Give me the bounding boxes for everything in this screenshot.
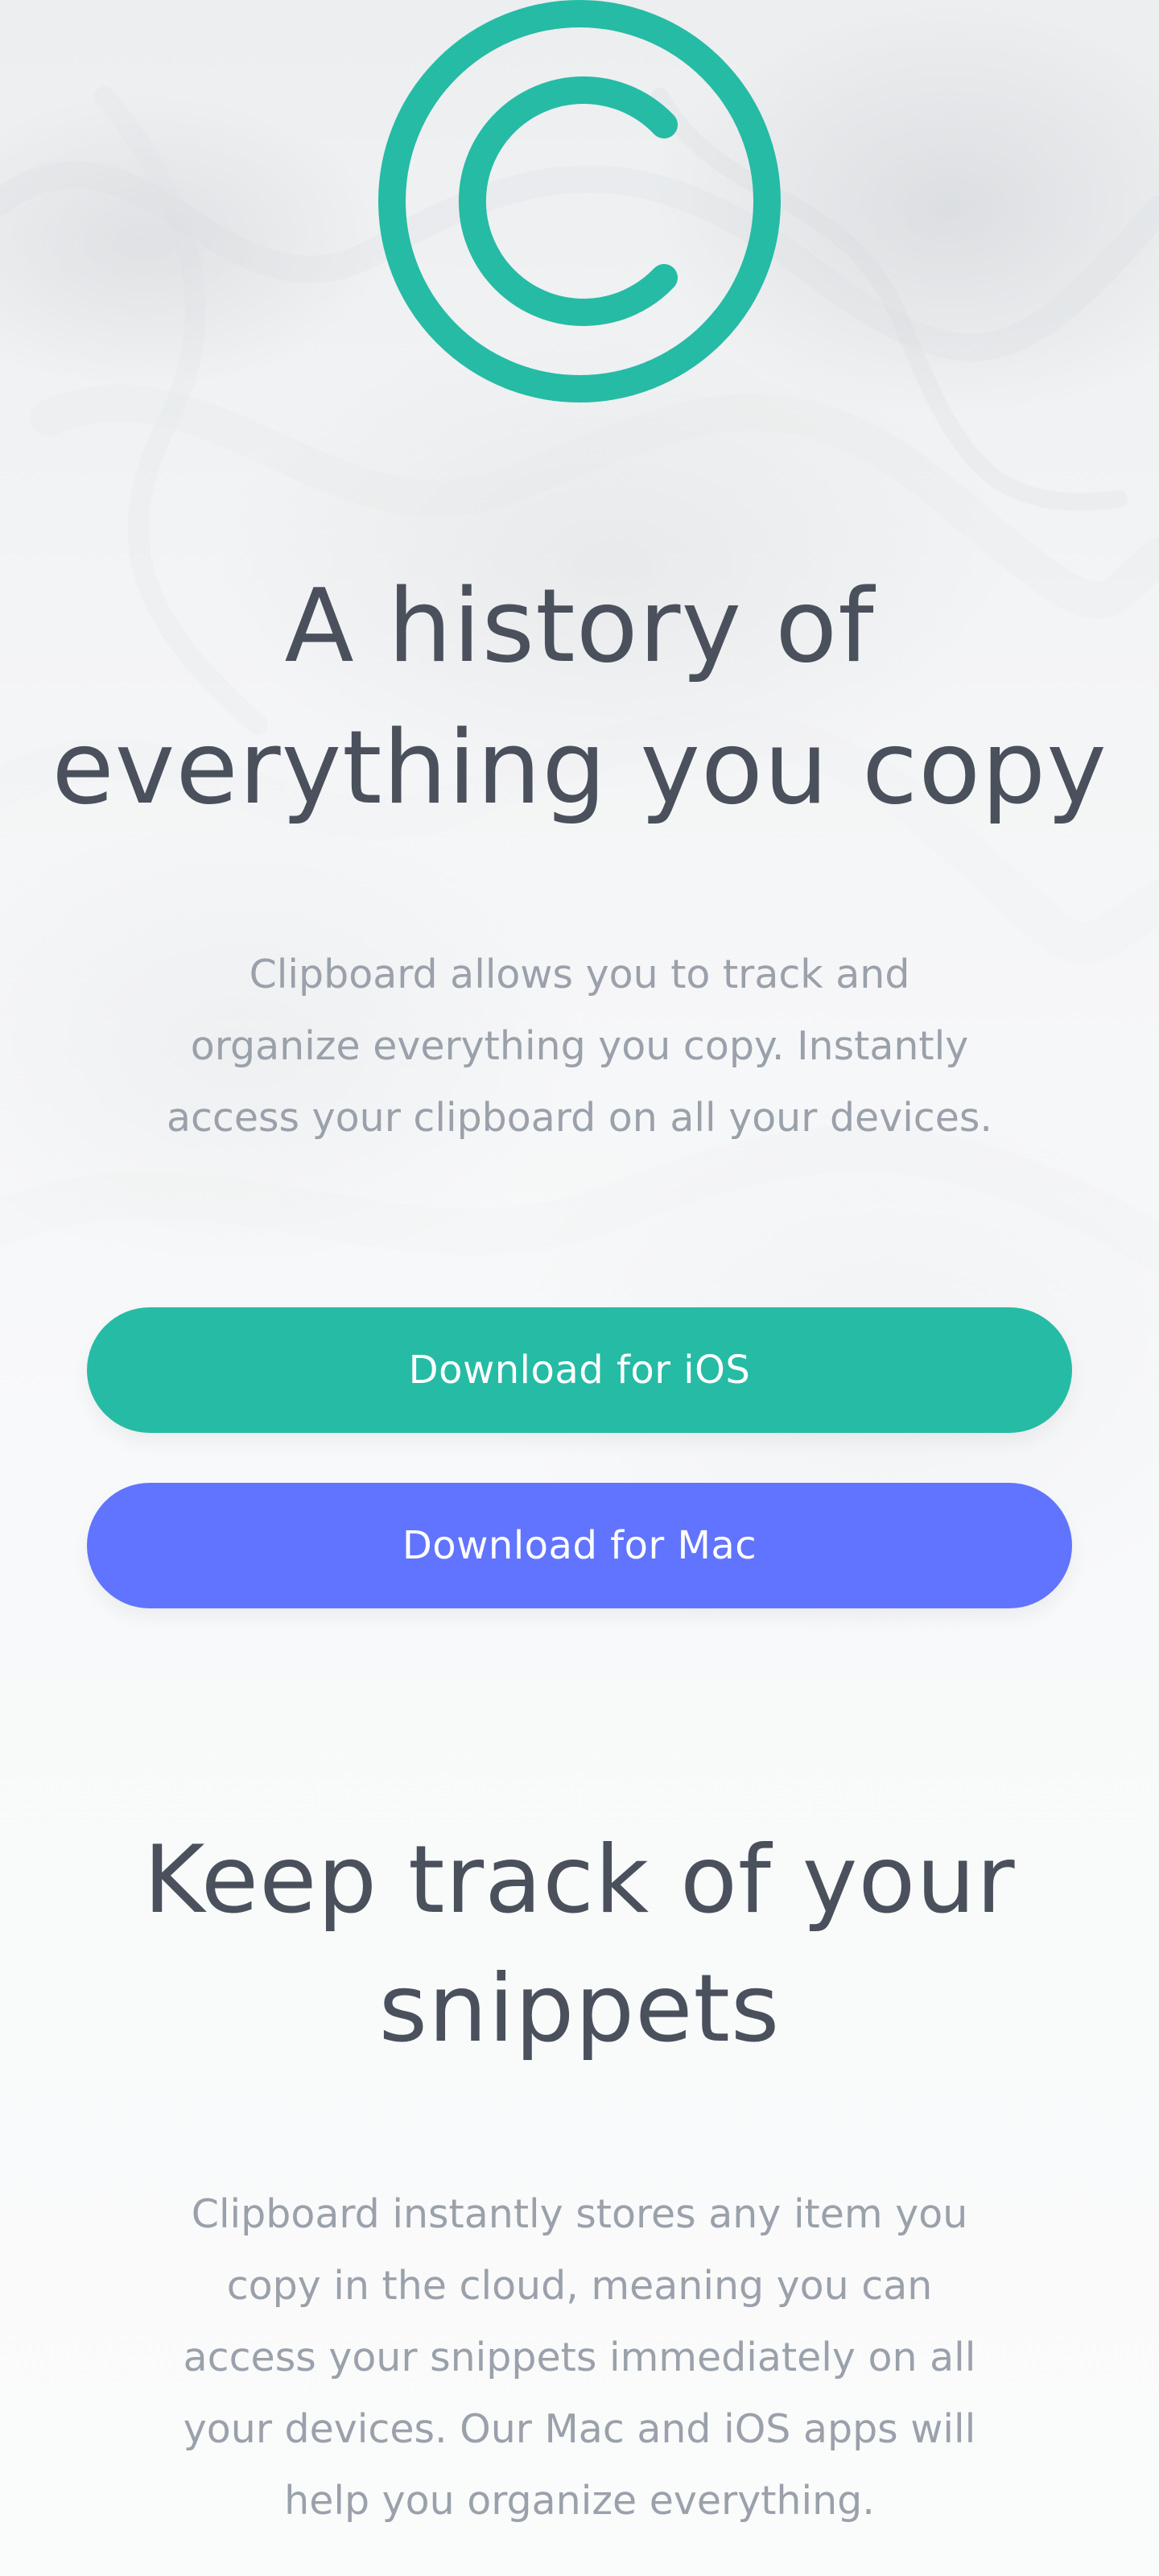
- snippets-heading-line-1: Keep track of your: [143, 1826, 1016, 1934]
- hero-description-line-2: organize everything you copy. Instantly: [190, 1023, 969, 1069]
- snippets-heading-line-2: snippets: [378, 1955, 781, 2063]
- hero-heading: A history of everything you copy: [0, 555, 1159, 839]
- hero-description: Clipboard allows you to track and organi…: [137, 939, 1022, 1154]
- hero-heading-line-1: A history of: [284, 567, 875, 685]
- snippets-description-line-3: access your snippets immediately on all: [183, 2334, 976, 2380]
- snippets-description: Clipboard instantly stores any item you …: [137, 2178, 1022, 2537]
- hero-description-line-3: access your clipboard on all your device…: [166, 1095, 993, 1141]
- snippets-description-line-1: Clipboard instantly stores any item you: [191, 2191, 968, 2237]
- download-mac-button[interactable]: Download for Mac: [87, 1483, 1072, 1608]
- snippets-description-line-2: copy in the cloud, meaning you can: [226, 2263, 933, 2309]
- hero-heading-line-2: everything you copy: [52, 708, 1107, 827]
- clipboard-c-logo-icon: [378, 0, 781, 402]
- snippets-description-line-4: your devices. Our Mac and iOS apps will: [183, 2406, 976, 2452]
- download-ios-button[interactable]: Download for iOS: [87, 1307, 1072, 1433]
- landing-page: A history of everything you copy Clipboa…: [0, 0, 1159, 2576]
- hero-description-line-1: Clipboard allows you to track and: [249, 952, 910, 997]
- snippets-heading: Keep track of your snippets: [0, 1816, 1159, 2074]
- snippets-description-line-5: help you organize everything.: [284, 2478, 875, 2524]
